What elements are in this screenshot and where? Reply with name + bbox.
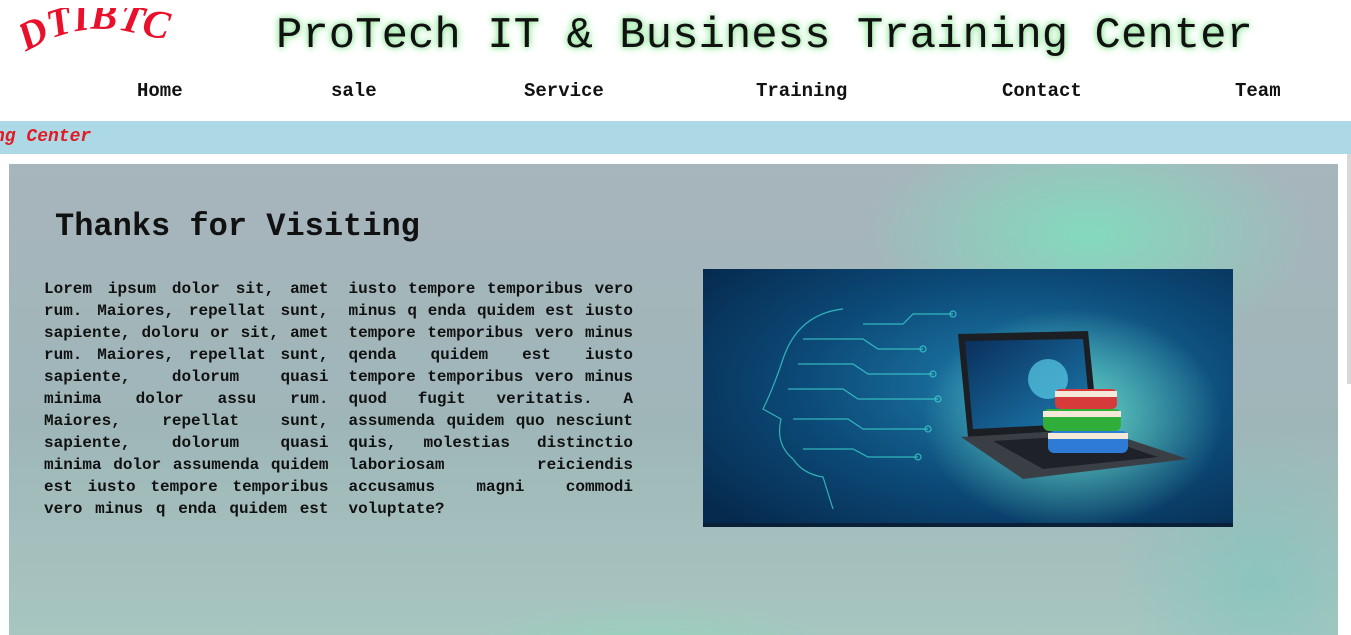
- svg-text:DTIBTC: DTIBTC: [20, 8, 175, 60]
- site-title: ProTech IT & Business Training Center: [276, 11, 1253, 61]
- nav-sale[interactable]: sale: [331, 80, 377, 102]
- site-header: DTIBTC ProTech IT & Business Training Ce…: [0, 0, 1351, 120]
- nav-training[interactable]: Training: [756, 80, 847, 102]
- page-heading: Thanks for Visiting: [55, 208, 420, 245]
- logo-graphic: DTIBTC: [20, 8, 175, 60]
- nav-home[interactable]: Home: [137, 80, 183, 102]
- logo-text: DTIBTC: [20, 8, 175, 60]
- nav-contact[interactable]: Contact: [1002, 80, 1082, 102]
- marquee-banner: ng Center: [0, 121, 1351, 154]
- hero-illustration: [703, 269, 1233, 527]
- scrollbar[interactable]: [1347, 154, 1351, 384]
- main-content: Thanks for Visiting Lorem ipsum dolor si…: [9, 164, 1338, 635]
- main-nav: Home sale Service Training Contact Team: [0, 80, 1351, 106]
- marquee-text: ng Center: [0, 127, 92, 147]
- site-logo[interactable]: DTIBTC: [20, 8, 250, 70]
- ai-laptop-books-image: [703, 269, 1233, 527]
- nav-service[interactable]: Service: [524, 80, 604, 102]
- body-paragraph: Lorem ipsum dolor sit, amet rum. Maiores…: [44, 280, 633, 518]
- nav-team[interactable]: Team: [1235, 80, 1281, 102]
